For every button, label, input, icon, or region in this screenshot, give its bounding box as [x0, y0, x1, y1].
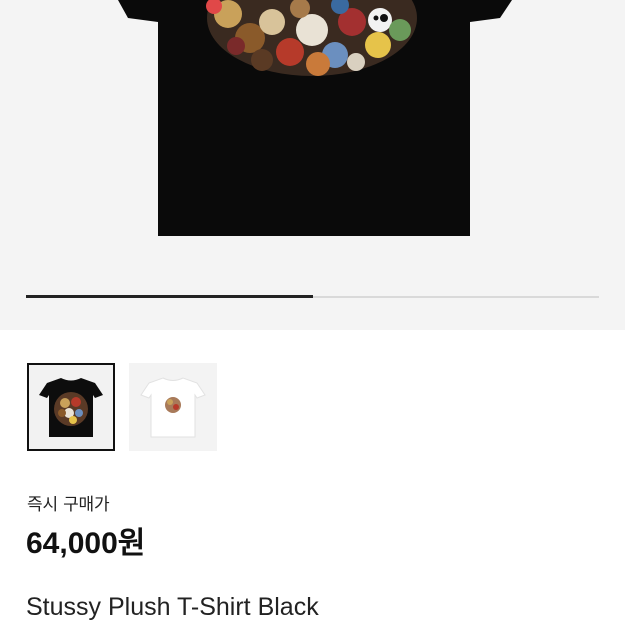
thumbnail-black-shirt[interactable]: [27, 363, 115, 451]
carousel-progress-fill: [26, 295, 313, 298]
black-tshirt-image: [118, 0, 512, 236]
carousel-progress-track: [26, 295, 599, 298]
thumbnail-white-shirt[interactable]: [129, 363, 217, 451]
product-image-carousel[interactable]: [0, 0, 625, 330]
white-tshirt-thumbnail-icon: [129, 363, 217, 451]
product-title: Stussy Plush T-Shirt Black: [26, 593, 319, 621]
black-tshirt-thumbnail-icon: [29, 365, 113, 449]
instant-buy-price-label: 즉시 구매가: [27, 495, 110, 515]
price-value: 64,000원: [26, 527, 146, 560]
product-detail-page: 즉시 구매가 64,000원 Stussy Plush T-Shirt Blac…: [0, 0, 625, 625]
